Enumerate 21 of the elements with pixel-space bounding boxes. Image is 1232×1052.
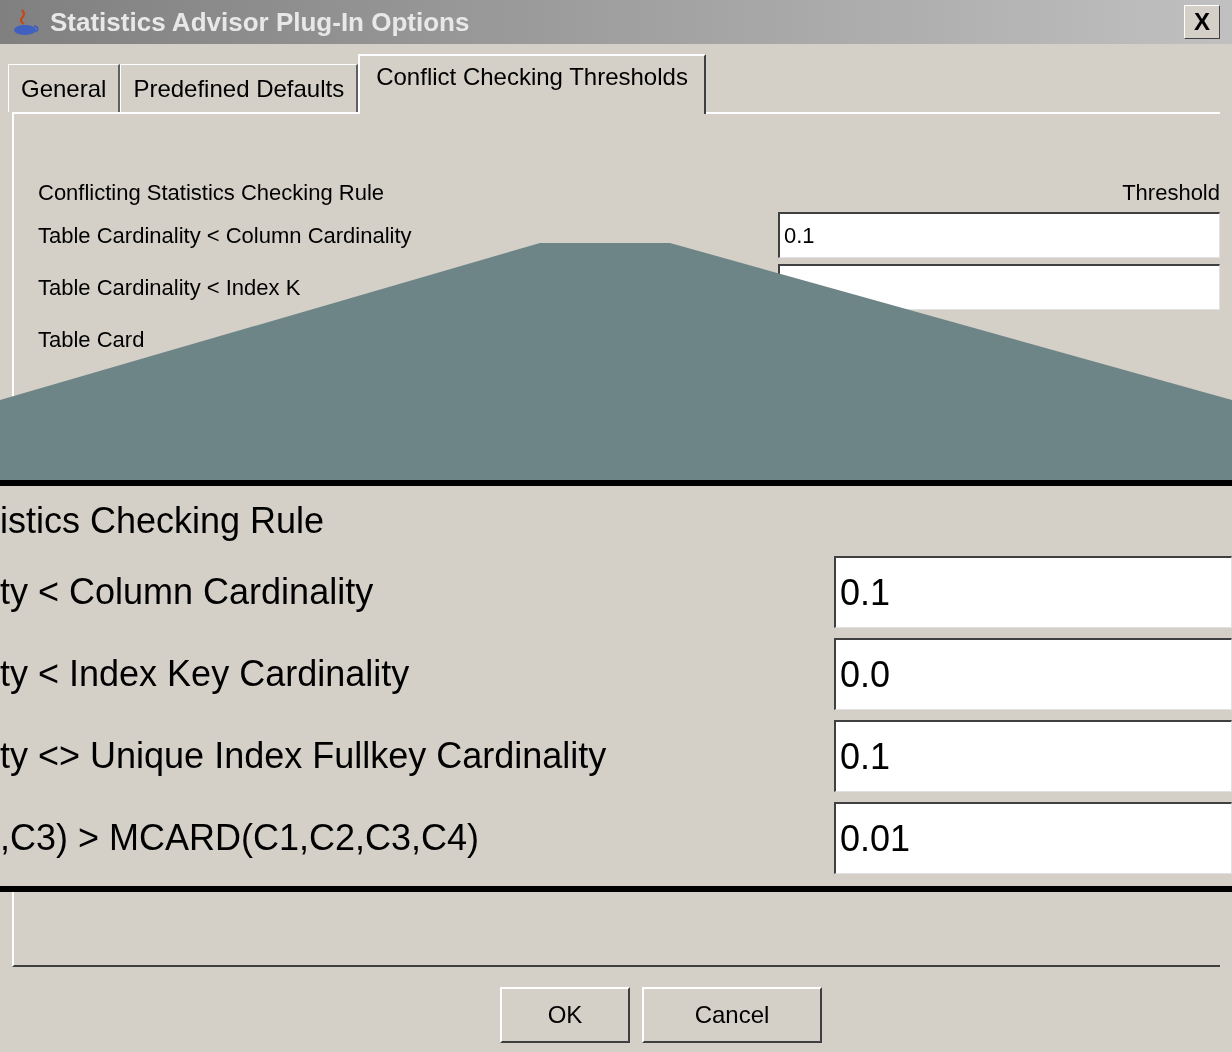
dialog-button[interactable]: Cancel xyxy=(642,987,822,1043)
dialog-button[interactable]: OK xyxy=(500,987,630,1043)
threshold-field[interactable]: 0.01 xyxy=(834,802,1232,874)
rule-label: Table Card xyxy=(38,326,145,352)
threshold-field[interactable]: 0.1 xyxy=(834,720,1232,792)
rule-label: Table Cardinality < Column Cardinality xyxy=(38,222,412,248)
tab[interactable]: General xyxy=(8,64,121,112)
column-header: istics Checking Rule xyxy=(0,499,325,543)
column-header: Conflicting Statistics Checking Rule xyxy=(38,178,385,207)
rule-label: ty < Column Cardinality xyxy=(0,571,374,612)
tab[interactable]: Conflict Checking Thresholds xyxy=(358,54,706,114)
rule-label: ,C3) > MCARD(C1,C2,C3,C4) xyxy=(0,817,480,858)
column-header: Threshold xyxy=(1122,178,1220,207)
threshold-field[interactable]: 0.1 xyxy=(778,212,1220,258)
rule-label: Table Cardinality < Index K xyxy=(38,274,301,300)
window-title: Statistics Advisor Plug-In Options xyxy=(50,5,471,39)
close-button[interactable]: X xyxy=(1184,5,1220,39)
threshold-field[interactable]: 0.1 xyxy=(834,556,1232,628)
rule-label: ty < Index Key Cardinality xyxy=(0,653,410,694)
rule-label: ty <> Unique Index Fullkey Cardinality xyxy=(0,735,607,776)
threshold-field[interactable]: 0.0 xyxy=(834,638,1232,710)
